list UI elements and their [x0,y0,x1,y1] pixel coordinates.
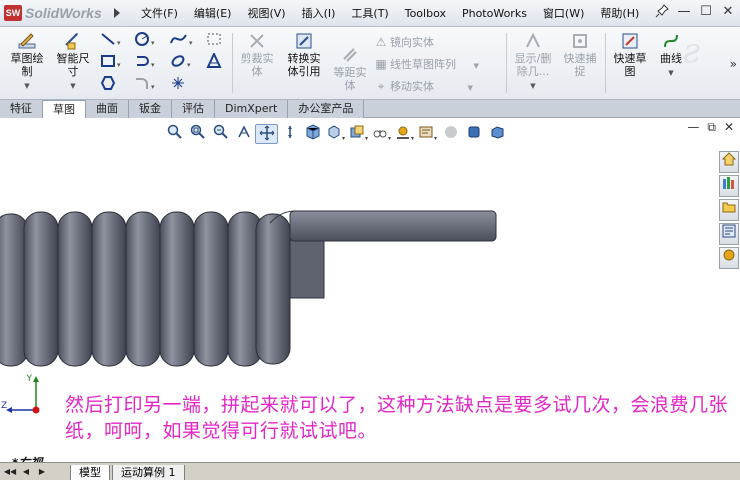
menu-edit[interactable]: 编辑(E) [186,0,240,27]
tab-features[interactable]: 特征 [0,100,43,118]
linear-pattern-label: 线性草图阵列 [390,58,456,71]
scroll-next-icon[interactable]: ▶ [35,466,49,478]
toolbar-separator [232,33,233,93]
show-hide-relations-button[interactable]: 显示/删 除几... ▼ [510,31,556,93]
fillet-tool-icon[interactable]: ▾ [134,75,160,95]
construction-geometry-icon[interactable] [206,31,232,51]
menu-tools[interactable]: 工具(T) [343,0,396,27]
rapid-sketch-button[interactable]: 快速草 图 [607,31,653,78]
rectangle-tool-icon[interactable]: ▾ [100,53,126,73]
solidworks-logo-icon: SW [4,5,22,21]
svg-text:Z: Z [1,401,7,411]
offset-entities-button[interactable]: 等距实 体 [327,45,373,92]
linear-pattern-dropdown-icon[interactable]: ▼ [474,62,479,70]
menu-window[interactable]: 窗口(W) [535,0,592,27]
quick-snap-label: 快速捕 捉 [563,52,597,78]
convert-entities-label: 转换实 体引用 [287,52,321,78]
quick-snap-icon [557,31,603,51]
smart-dimension-dropdown-icon[interactable]: ▼ [50,80,96,93]
title-menu-bar: SW SolidWorks 文件(F) 编辑(E) 视图(V) 插入(I) 工具… [0,0,740,27]
close-button[interactable]: ✕ [720,4,736,20]
tutorial-caption: 然后打印另一端，拼起来就可以了，这种方法缺点是要多试几次，会浪费几张纸，呵呵，如… [65,394,729,442]
menu-insert[interactable]: 插入(I) [294,0,344,27]
sketch-dropdown-icon[interactable]: ▼ [4,80,50,93]
linear-pattern-item[interactable]: ▦ 线性草图阵列 ▼ [372,53,479,75]
rapid-sketch-icon [607,31,653,51]
show-hide-label: 显示/删 除几... [514,52,552,78]
menu-photoworks[interactable]: PhotoWorks [454,0,535,27]
point-tool-icon[interactable] [170,75,196,95]
command-manager-tabs: 特征 草图 曲面 钣金 评估 DimXpert 办公室产品 [0,100,740,118]
relations-icon [510,31,556,51]
bottom-tab-bar: ◀◀ ◀ ▶ 模型 运动算例 1 [0,462,740,480]
ellipse-tool-icon[interactable]: ▾ [170,53,196,73]
curve-label: 曲线 [660,52,682,65]
toolbar-separator [605,33,606,93]
main-menu: 文件(F) 编辑(E) 视图(V) 插入(I) 工具(T) Toolbox Ph… [133,0,647,27]
smart-dimension-button[interactable]: 智能尺 寸 ▼ [50,31,96,93]
convert-entities-button[interactable]: 转换实 体引用 [281,31,327,78]
mirror-label: 镜向实体 [390,36,434,49]
scroll-prev-icon[interactable]: ◀ [19,466,33,478]
convert-entities-icon [281,31,327,51]
menu-toolbox[interactable]: Toolbox [397,0,454,27]
graphics-area[interactable]: — ⧉ ✕ ▾ ▾ ▾ ▾ ▾ Y Z 然后打印另一端，拼起来就可以了，这种方法… [0,118,740,462]
move-label: 移动实体 [390,80,434,93]
polygon-tool-icon[interactable] [100,75,126,95]
sketch-label: 草图绘 制 [10,52,44,78]
view-name-label: *右视 [12,454,42,462]
linear-pattern-icon: ▦ [375,57,387,71]
more-commands-arrow-icon[interactable]: » [730,57,737,71]
tab-scroll-buttons: ◀◀ ◀ ▶ [3,466,49,478]
smart-dimension-label: 智能尺 寸 [56,52,90,78]
tab-surfaces[interactable]: 曲面 [86,100,129,118]
line-tool-icon[interactable]: ▾ [100,31,126,51]
sketch-icon [4,31,50,51]
trim-entities-button[interactable]: 剪裁实 体 [234,31,280,78]
offset-label: 等距实 体 [333,66,367,92]
rapid-sketch-label: 快速草 图 [613,52,647,78]
offset-icon [327,45,373,65]
app-logo[interactable]: SW SolidWorks [4,4,122,22]
tab-sketch[interactable]: 草图 [43,100,86,118]
sketch-entities-grid: ▾ ▾ ▾ ▾ ▾ ▾ ▾ [98,31,228,95]
tab-motion-study-1[interactable]: 运动算例 1 [112,465,185,480]
circle-tool-icon[interactable]: ▾ [134,31,160,51]
move-icon: ⌖ [377,79,385,93]
trim-icon [234,31,280,51]
sketch-button[interactable]: 草图绘 制 ▼ [4,31,50,93]
quick-snaps-button[interactable]: 快速捕 捉 [557,31,603,78]
mirror-entities-item[interactable]: ⚠ 镜向实体 [372,31,479,53]
command-manager: 草图绘 制 ▼ 智能尺 寸 ▼ ▾ ▾ ▾ ▾ ▾ ▾ ▾ 剪裁实 体 转换实 … [0,27,740,100]
arc-tool-icon[interactable]: ▾ [134,53,160,73]
spline-tool-icon[interactable]: ▾ [170,31,196,51]
restore-button[interactable]: ☐ [698,4,714,20]
move-entities-item[interactable]: ⌖ 移动实体 ▼ [372,75,479,97]
mirror-icon: ⚠ [375,35,387,49]
reference-triad: Y Z [0,372,50,422]
scroll-first-icon[interactable]: ◀◀ [3,466,17,478]
solidworks-watermark-logo: ƨ [683,31,701,71]
tab-office-products[interactable]: 办公室产品 [288,100,365,118]
svg-text:Y: Y [26,374,33,384]
pin-icon[interactable] [654,4,670,20]
show-hide-dropdown-icon[interactable]: ▼ [510,80,556,93]
menu-view[interactable]: 视图(V) [239,0,293,27]
sketch-tools-list: ⚠ 镜向实体 ▦ 线性草图阵列 ▼ ⌖ 移动实体 ▼ [372,31,479,97]
app-name: SolidWorks [25,5,102,21]
toolbar-separator [506,33,507,93]
tab-model[interactable]: 模型 [70,465,110,480]
minimize-button[interactable]: — [676,4,692,20]
smart-dimension-icon [50,31,96,51]
menu-file[interactable]: 文件(F) [133,0,186,27]
menu-help[interactable]: 帮助(H) [592,0,647,27]
move-dropdown-icon[interactable]: ▼ [468,84,473,92]
tab-evaluate[interactable]: 评估 [172,100,215,118]
tab-dimxpert[interactable]: DimXpert [215,100,289,118]
trim-label: 剪裁实 体 [240,52,274,78]
logo-flyout-arrow-icon[interactable] [113,4,122,22]
window-controls: — ☐ ✕ [654,4,736,20]
text-tool-icon[interactable] [206,51,232,73]
tab-sheet-metal[interactable]: 钣金 [129,100,172,118]
